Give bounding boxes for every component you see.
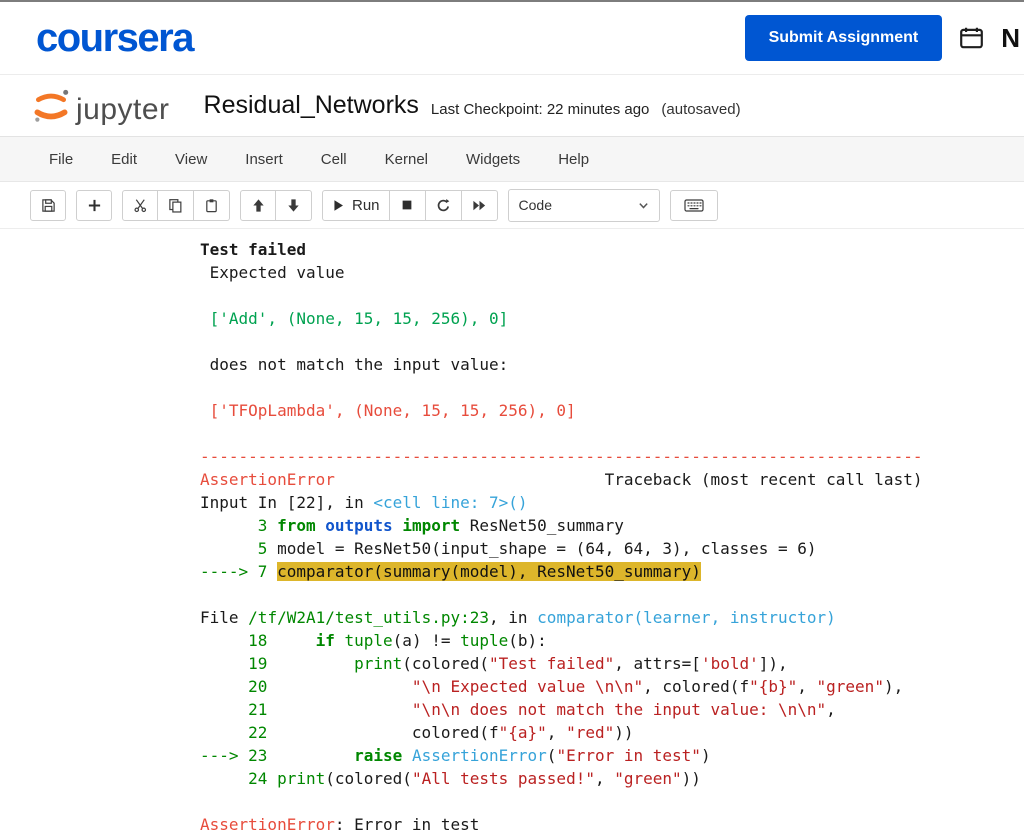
restart-run-all-icon — [472, 200, 485, 210]
code-line: Test failed — [200, 240, 306, 259]
menu-kernel[interactable]: Kernel — [366, 139, 447, 180]
notebook-title[interactable]: Residual_Networks — [204, 91, 419, 120]
menu-file[interactable]: File — [30, 139, 92, 180]
cell-type-selected: Code — [518, 197, 552, 213]
cut-button[interactable] — [122, 189, 158, 221]
jupyter-logo-icon — [34, 89, 69, 122]
code-line: AssertionError: Error in test — [200, 815, 480, 834]
menu-cell[interactable]: Cell — [302, 139, 366, 180]
run-button-label: Run — [352, 196, 380, 214]
submit-assignment-button[interactable]: Submit Assignment — [744, 15, 943, 61]
menu-edit[interactable]: Edit — [92, 139, 156, 180]
code-line: ['Add', (None, 15, 15, 256), 0] — [200, 309, 518, 328]
copy-icon — [169, 198, 182, 213]
move-up-button[interactable] — [240, 189, 276, 221]
menu-help[interactable]: Help — [539, 139, 608, 180]
paste-button[interactable] — [194, 189, 230, 221]
code-line: 18 if tuple(a) != tuple(b): — [200, 631, 547, 650]
code-line: ['TFOpLambda', (None, 15, 15, 256), 0] — [200, 401, 586, 420]
jupyter-logo[interactable]: jupyter — [30, 85, 170, 127]
code-line: Input In [22], in <cell line: 7>() — [200, 493, 528, 512]
calendar-icon[interactable] — [958, 25, 985, 51]
cell-type-select[interactable]: Code — [507, 188, 660, 222]
cut-icon — [133, 198, 146, 212]
run-icon — [334, 199, 343, 211]
notebook-content: Test failed Expected value ['Add', (None… — [0, 229, 1024, 836]
code-line: ----> 7 comparator(summary(model), ResNe… — [200, 562, 701, 581]
menu-bar: File Edit View Insert Cell Kernel Widget… — [0, 137, 1024, 182]
code-line: 24 print(colored("All tests passed!", "g… — [200, 769, 701, 788]
restart-icon — [437, 198, 449, 211]
move-down-icon — [288, 198, 299, 212]
code-line: Expected value — [200, 263, 355, 282]
restart-run-all-button[interactable] — [461, 189, 498, 221]
chevron-down-icon — [638, 202, 648, 209]
code-line: 5 model = ResNet50(input_shape = (64, 64… — [200, 539, 817, 558]
autosave-status: (autosaved) — [661, 101, 741, 118]
restart-kernel-button[interactable] — [425, 189, 462, 221]
code-line: 22 colored(f"{a}", "red")) — [200, 723, 634, 742]
code-line: File /tf/W2A1/test_utils.py:23, in compa… — [200, 608, 836, 627]
add-cell-button[interactable] — [76, 189, 112, 221]
menu-insert[interactable]: Insert — [226, 139, 302, 180]
command-palette-button[interactable] — [669, 189, 718, 221]
save-icon — [41, 198, 55, 212]
code-line: ----------------------------------------… — [200, 447, 923, 466]
checkpoint-status: Last Checkpoint: 22 minutes ago — [430, 101, 650, 118]
coursera-logo[interactable]: coursera — [36, 16, 194, 61]
menu-widgets[interactable]: Widgets — [447, 139, 539, 180]
paste-icon — [206, 198, 217, 212]
menu-view[interactable]: View — [156, 139, 226, 180]
save-button[interactable] — [30, 189, 66, 221]
add-cell-icon — [88, 199, 100, 211]
code-line: does not match the input value: — [200, 355, 518, 374]
code-line: 20 "\n Expected value \n\n", colored(f"{… — [200, 677, 904, 696]
code-line: ---> 23 raise AssertionError("Error in t… — [200, 746, 711, 765]
toolbar: Run Code — [0, 182, 1024, 229]
notebook-header: jupyter Residual_Networks Last Checkpoin… — [0, 75, 1024, 137]
code-line: 21 "\n\n does not match the input value:… — [200, 700, 836, 719]
stop-icon — [402, 200, 412, 210]
coursera-topbar: coursera Submit Assignment N — [0, 2, 1024, 75]
interrupt-kernel-button[interactable] — [389, 189, 426, 221]
code-line: 19 print(colored("Test failed", attrs=['… — [200, 654, 788, 673]
code-line: 3 from outputs import ResNet50_summary — [200, 516, 624, 535]
traceback: Test failed Expected value ['Add', (None… — [0, 229, 1024, 836]
topbar-right: Submit Assignment N — [744, 15, 1024, 61]
keyboard-icon — [683, 198, 704, 212]
move-down-button[interactable] — [276, 189, 312, 221]
run-button[interactable]: Run — [322, 189, 390, 221]
move-up-icon — [252, 198, 264, 212]
jupyter-logo-text: jupyter — [76, 92, 170, 126]
code-line: AssertionError Traceback (most recent ca… — [200, 470, 923, 489]
copy-button[interactable] — [158, 189, 194, 221]
partner-initial: N — [1001, 22, 1020, 53]
